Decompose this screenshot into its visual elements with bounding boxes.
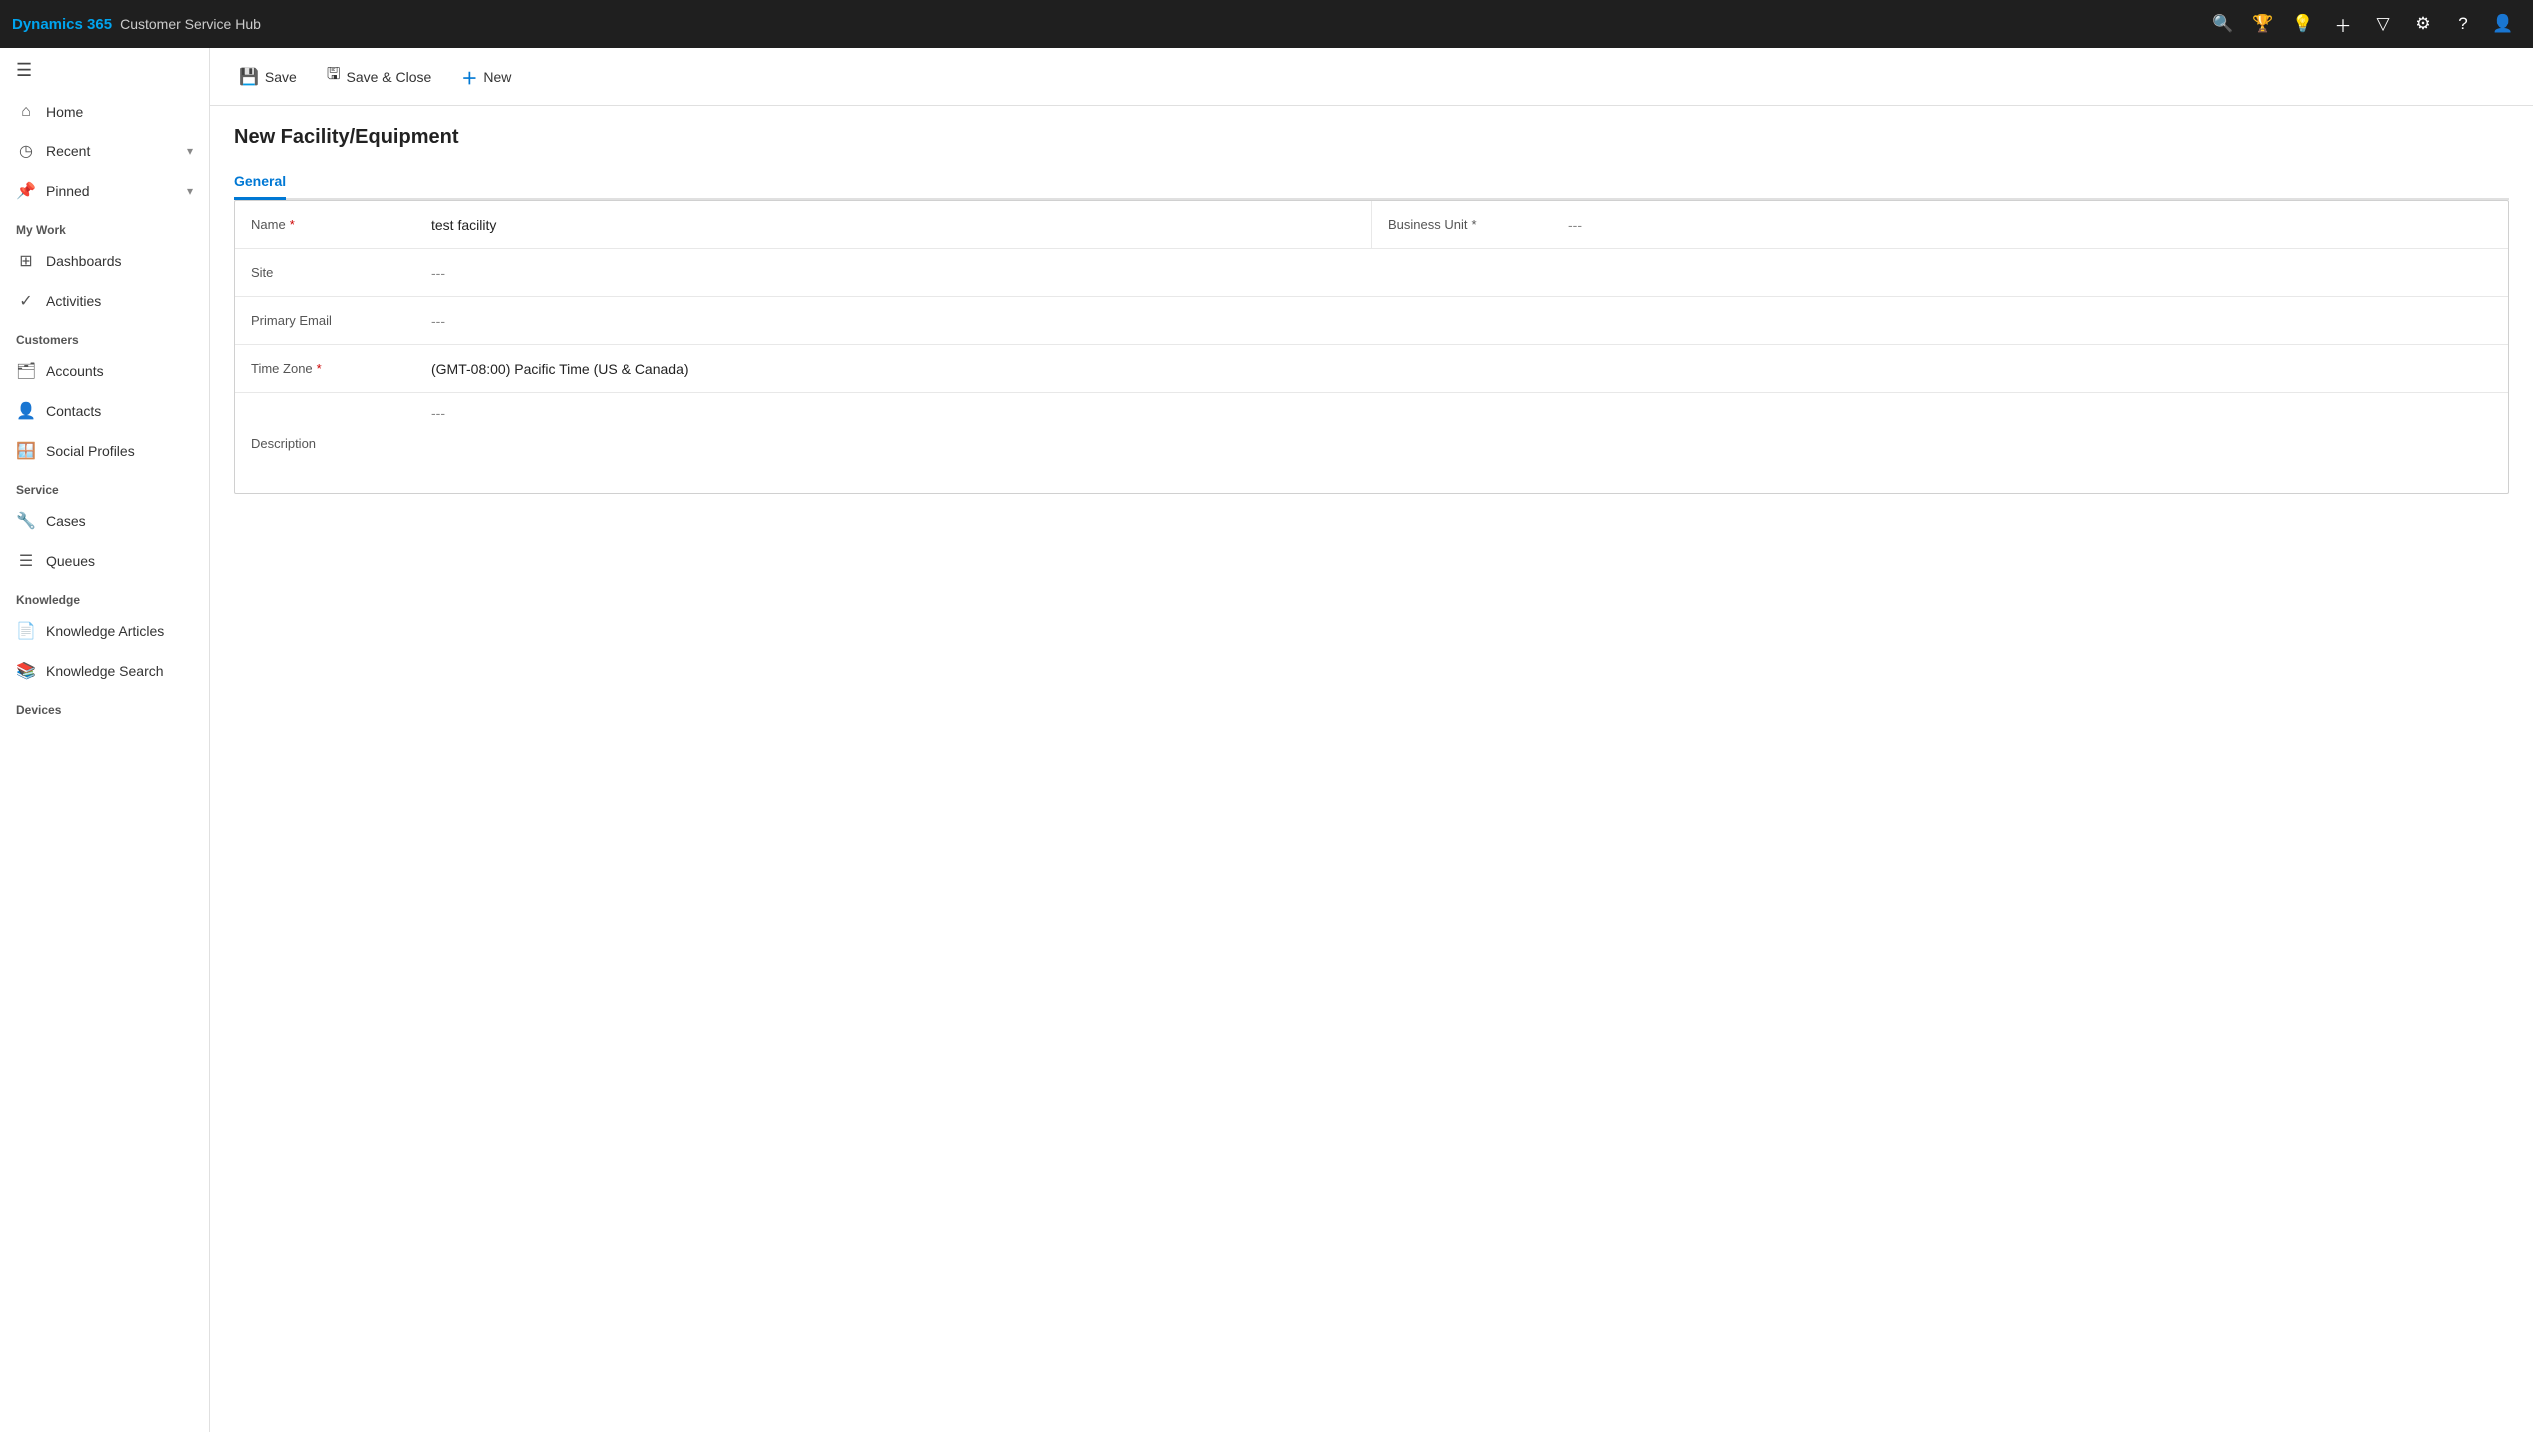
trophy-icon[interactable]: 🏆 bbox=[2245, 6, 2281, 42]
new-label: New bbox=[483, 69, 511, 85]
sidebar-item-label: Cases bbox=[46, 513, 86, 529]
sidebar-item-label: Social Profiles bbox=[46, 443, 135, 459]
save-button[interactable]: 💾 Save bbox=[226, 60, 310, 94]
form-row-time-zone: Time Zone * (GMT-08:00) Pacific Time (US… bbox=[235, 345, 2508, 393]
recent-icon: ◷ bbox=[16, 141, 36, 161]
name-value[interactable] bbox=[415, 201, 1371, 248]
sidebar-item-pinned[interactable]: 📌 Pinned ▾ bbox=[0, 171, 209, 211]
site-value[interactable]: --- bbox=[415, 249, 2508, 296]
tab-general[interactable]: General bbox=[234, 165, 286, 200]
save-close-icon: 🖫 bbox=[327, 63, 341, 90]
sidebar-item-label: Dashboards bbox=[46, 253, 122, 269]
create-icon[interactable]: ＋ bbox=[2325, 6, 2361, 42]
sidebar-item-label: Recent bbox=[46, 143, 90, 159]
section-knowledge: Knowledge bbox=[0, 581, 209, 611]
knowledge-search-icon: 📚 bbox=[16, 661, 36, 681]
help-icon[interactable]: ? bbox=[2445, 6, 2481, 42]
save-label: Save bbox=[265, 69, 297, 85]
sidebar-item-accounts[interactable]: 🗂 Accounts bbox=[0, 351, 209, 391]
dynamics-label: Dynamics 365 bbox=[12, 16, 112, 33]
tab-bar: General bbox=[234, 165, 2509, 200]
save-close-label: Save & Close bbox=[346, 69, 431, 85]
lightbulb-icon[interactable]: 💡 bbox=[2285, 6, 2321, 42]
name-input[interactable] bbox=[431, 217, 1355, 233]
save-icon: 💾 bbox=[239, 67, 259, 87]
form-row-description: Description --- bbox=[235, 393, 2508, 493]
user-icon[interactable]: 👤 bbox=[2485, 6, 2521, 42]
toolbar: 💾 Save 🖫 Save & Close ＋ New bbox=[210, 48, 2533, 106]
form-row-site: Site --- bbox=[235, 249, 2508, 297]
time-zone-required: * bbox=[317, 361, 322, 376]
sidebar-toggle[interactable]: ☰ bbox=[0, 48, 209, 93]
activities-icon: ✓ bbox=[16, 291, 36, 311]
sidebar: ☰ ⌂ Home ◷ Recent ▾ 📌 Pinned ▾ My Work ⊞… bbox=[0, 48, 210, 1432]
sidebar-item-knowledge-articles[interactable]: 📄 Knowledge Articles bbox=[0, 611, 209, 651]
save-close-button[interactable]: 🖫 Save & Close bbox=[314, 56, 444, 97]
name-label: Name * bbox=[235, 201, 415, 248]
section-customers: Customers bbox=[0, 321, 209, 351]
description-label: Description bbox=[235, 393, 415, 493]
page-title: New Facility/Equipment bbox=[234, 126, 2509, 149]
sidebar-item-recent[interactable]: ◷ Recent ▾ bbox=[0, 131, 209, 171]
sidebar-item-queues[interactable]: ☰ Queues bbox=[0, 541, 209, 581]
sidebar-item-label: Pinned bbox=[46, 183, 90, 199]
pin-icon: 📌 bbox=[16, 181, 36, 201]
business-unit-label: Business Unit * bbox=[1372, 201, 1552, 248]
section-service: Service bbox=[0, 471, 209, 501]
sidebar-item-label: Knowledge Search bbox=[46, 663, 164, 679]
knowledge-articles-icon: 📄 bbox=[16, 621, 36, 641]
form-section: Name * Business Unit * --- bbox=[234, 200, 2509, 494]
sidebar-item-cases[interactable]: 🔧 Cases bbox=[0, 501, 209, 541]
primary-email-label: Primary Email bbox=[235, 297, 415, 344]
business-unit-value[interactable]: --- bbox=[1552, 201, 2508, 248]
brand-logo: Dynamics 365 Customer Service Hub bbox=[12, 16, 261, 33]
section-my-work: My Work bbox=[0, 211, 209, 241]
sidebar-item-activities[interactable]: ✓ Activities bbox=[0, 281, 209, 321]
social-profiles-icon: 🪟 bbox=[16, 441, 36, 461]
time-zone-value[interactable]: (GMT-08:00) Pacific Time (US & Canada) bbox=[415, 345, 2508, 392]
form-row-primary-email: Primary Email --- bbox=[235, 297, 2508, 345]
dashboards-icon: ⊞ bbox=[16, 251, 36, 271]
contacts-icon: 👤 bbox=[16, 401, 36, 421]
name-required: * bbox=[290, 217, 295, 232]
section-devices: Devices bbox=[0, 691, 209, 721]
description-value[interactable]: --- bbox=[415, 393, 2508, 493]
main-content: 💾 Save 🖫 Save & Close ＋ New New Facility… bbox=[210, 48, 2533, 1432]
sidebar-item-label: Home bbox=[46, 104, 83, 120]
filter-icon[interactable]: ▽ bbox=[2365, 6, 2401, 42]
queues-icon: ☰ bbox=[16, 551, 36, 571]
app-name-label: Customer Service Hub bbox=[120, 16, 261, 32]
time-zone-label: Time Zone * bbox=[235, 345, 415, 392]
sidebar-item-label: Activities bbox=[46, 293, 101, 309]
accounts-icon: 🗂 bbox=[16, 361, 36, 381]
sidebar-item-contacts[interactable]: 👤 Contacts bbox=[0, 391, 209, 431]
business-unit-required: * bbox=[1471, 217, 1476, 232]
home-icon: ⌂ bbox=[16, 103, 36, 121]
new-button[interactable]: ＋ New bbox=[448, 58, 524, 96]
new-icon: ＋ bbox=[461, 65, 477, 89]
sidebar-item-label: Knowledge Articles bbox=[46, 623, 164, 639]
cases-icon: 🔧 bbox=[16, 511, 36, 531]
sidebar-item-label: Contacts bbox=[46, 403, 101, 419]
sidebar-item-knowledge-search[interactable]: 📚 Knowledge Search bbox=[0, 651, 209, 691]
sidebar-item-label: Queues bbox=[46, 553, 95, 569]
sidebar-item-label: Accounts bbox=[46, 363, 104, 379]
page-content: New Facility/Equipment General Name * bbox=[210, 106, 2533, 1432]
sidebar-item-social-profiles[interactable]: 🪟 Social Profiles bbox=[0, 431, 209, 471]
chevron-down-icon: ▾ bbox=[187, 144, 193, 158]
chevron-down-icon: ▾ bbox=[187, 184, 193, 198]
search-icon[interactable]: 🔍 bbox=[2205, 6, 2241, 42]
sidebar-item-dashboards[interactable]: ⊞ Dashboards bbox=[0, 241, 209, 281]
primary-email-value[interactable]: --- bbox=[415, 297, 2508, 344]
top-nav-icons: 🔍 🏆 💡 ＋ ▽ ⚙ ? 👤 bbox=[2205, 6, 2521, 42]
form-row-name: Name * Business Unit * --- bbox=[235, 201, 2508, 249]
top-navigation: Dynamics 365 Customer Service Hub 🔍 🏆 💡 … bbox=[0, 0, 2533, 48]
sidebar-item-home[interactable]: ⌂ Home bbox=[0, 93, 209, 131]
site-label: Site bbox=[235, 249, 415, 296]
settings-icon[interactable]: ⚙ bbox=[2405, 6, 2441, 42]
